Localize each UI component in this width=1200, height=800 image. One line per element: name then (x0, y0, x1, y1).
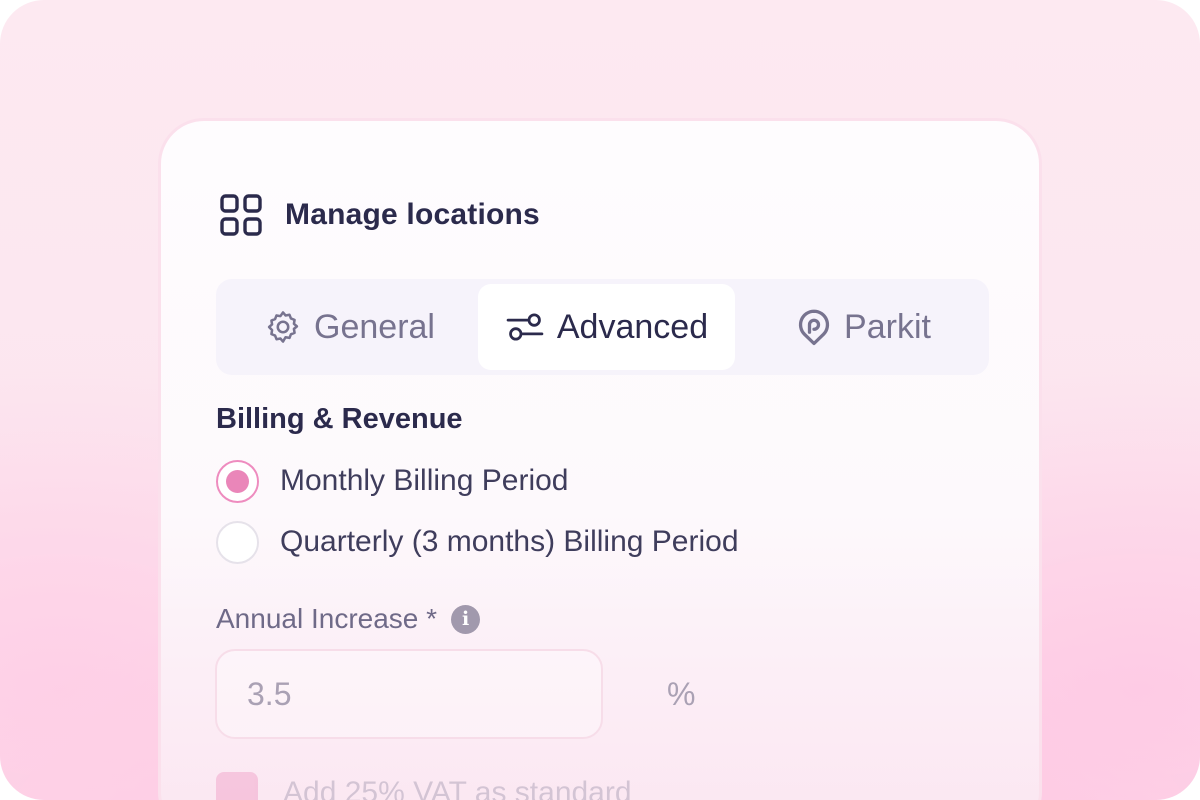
radio-monthly-billing[interactable]: Monthly Billing Period (216, 459, 568, 503)
radio-button-checked[interactable] (216, 459, 259, 503)
tab-advanced[interactable]: Advanced (478, 284, 735, 370)
vat-option[interactable]: Add 25% VAT as standard (216, 771, 632, 800)
settings-tabs: General Advanced Parkit (216, 279, 989, 375)
tab-general[interactable]: General (221, 284, 478, 370)
tab-parkit-label: Parkit (844, 307, 931, 346)
tab-general-label: General (314, 307, 435, 346)
percent-suffix: % (667, 675, 696, 712)
page-title: Manage locations (285, 198, 540, 231)
annual-increase-label-text: Annual Increase * (216, 603, 438, 634)
tab-advanced-label: Advanced (556, 307, 709, 346)
radio-button[interactable] (216, 520, 259, 564)
radio-label: Quarterly (3 months) Billing Period (280, 525, 739, 558)
radio-quarterly-billing[interactable]: Quarterly (3 months) Billing Period (216, 520, 739, 564)
annual-increase-label: Annual Increase * i (216, 601, 481, 637)
sliders-icon (506, 313, 544, 341)
manage-locations-card: Manage locations General Advanced Parkit… (158, 118, 1042, 800)
info-icon[interactable]: i (451, 604, 481, 634)
radio-label: Monthly Billing Period (280, 464, 569, 497)
annual-increase-field[interactable]: % (215, 649, 695, 739)
annual-increase-input[interactable] (247, 675, 667, 713)
location-pin-icon (798, 309, 830, 346)
background-frame: Manage locations General Advanced Parkit… (0, 0, 1200, 800)
tab-parkit[interactable]: Parkit (735, 284, 992, 370)
card-header: Manage locations (219, 193, 540, 237)
grid-icon (220, 194, 262, 236)
vat-label: Add 25% VAT as standard (283, 776, 632, 800)
billing-section-title: Billing & Revenue (216, 403, 463, 435)
gear-icon (267, 311, 299, 343)
vat-checkbox[interactable] (216, 772, 258, 800)
